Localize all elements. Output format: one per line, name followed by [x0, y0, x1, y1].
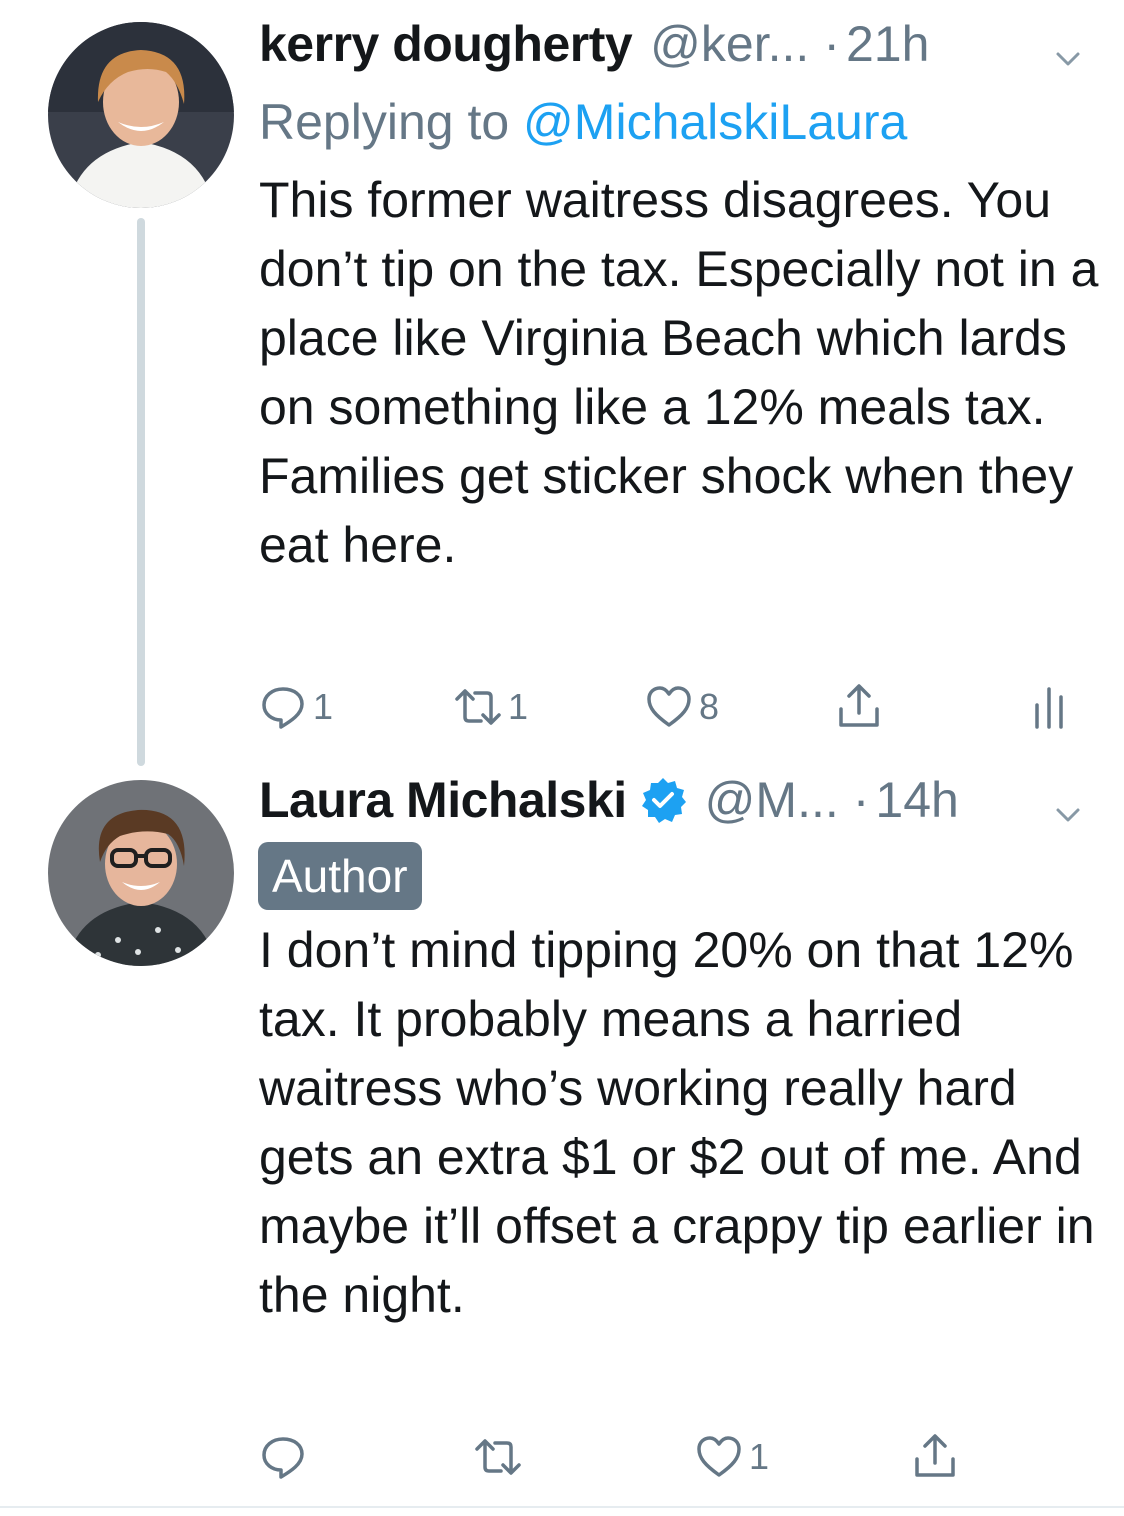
like-icon [645, 683, 693, 731]
retweet-count: 1 [508, 686, 529, 727]
like-button[interactable]: 1 [695, 1432, 769, 1482]
analytics-icon [1025, 683, 1073, 731]
like-count: 1 [749, 1436, 770, 1477]
like-count: 8 [699, 686, 720, 727]
author-badge: Author [258, 842, 422, 910]
tweet-text: I don’t mind tipping 20% on that 12% tax… [259, 922, 1095, 1323]
thread-connector-line [137, 218, 145, 766]
analytics-button[interactable] [1025, 682, 1073, 732]
reply-icon [259, 1433, 307, 1481]
like-button[interactable]: 8 [645, 682, 719, 732]
tweet-laura-michalski[interactable]: Laura Michalski @M... · 14h Author I don… [0, 770, 1124, 1506]
like-icon [695, 1433, 743, 1481]
avatar-laura-michalski[interactable] [48, 780, 234, 966]
retweet-icon [454, 683, 502, 731]
reply-button[interactable]: 1 [259, 682, 333, 732]
chevron-down-icon[interactable] [1052, 784, 1084, 822]
reply-icon [259, 683, 307, 731]
avatar-kerry-dougherty[interactable] [48, 22, 234, 208]
mention-link[interactable]: @MichalskiLaura [523, 94, 907, 150]
tweet-divider [0, 1506, 1124, 1508]
reply-count: 1 [313, 686, 334, 727]
verified-badge-icon [639, 776, 687, 824]
separator-dot: · [823, 16, 840, 72]
reply-button[interactable] [259, 1432, 307, 1482]
retweet-button[interactable] [474, 1432, 522, 1482]
timestamp[interactable]: 14h [875, 770, 958, 830]
separator-dot: · [852, 772, 870, 828]
display-name[interactable]: Laura Michalski [259, 770, 627, 830]
tweet-actions: 1 [259, 1432, 1079, 1482]
tweet-header: Laura Michalski @M... · 14h [259, 770, 1084, 830]
share-icon [911, 1433, 959, 1481]
retweet-icon [474, 1433, 522, 1481]
tweet-kerry-dougherty[interactable]: kerry dougherty @ker... · 21h Replying t… [0, 0, 1124, 770]
tweet-header: kerry dougherty @ker... · 21h [259, 14, 1084, 74]
share-button[interactable] [911, 1432, 959, 1482]
tweet-text: This former waitress disagrees. You don’… [259, 172, 1099, 573]
chevron-down-icon[interactable] [1052, 28, 1084, 66]
share-button[interactable] [835, 682, 883, 732]
tweet-actions: 1 1 8 [259, 682, 1079, 732]
display-name[interactable]: kerry dougherty [259, 14, 633, 74]
replying-to-line: Replying to @MichalskiLaura [259, 92, 907, 152]
timestamp[interactable]: 21h [846, 14, 929, 74]
user-handle[interactable]: @ker... [650, 14, 809, 74]
retweet-button[interactable]: 1 [454, 682, 528, 732]
user-handle[interactable]: @M... [705, 770, 839, 830]
replying-to-label: Replying to [259, 94, 524, 150]
share-icon [835, 683, 883, 731]
